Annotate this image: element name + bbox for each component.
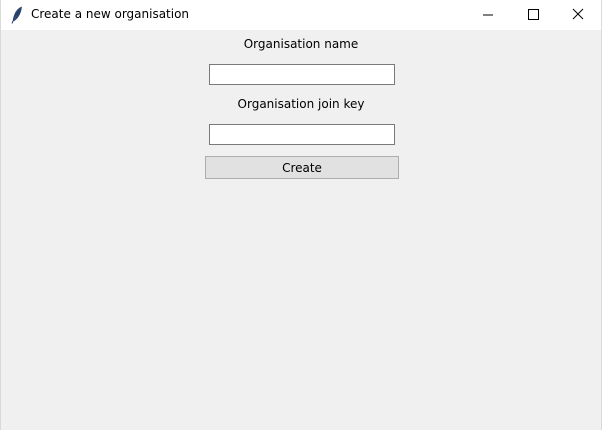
- organisation-join-key-label: Organisation join key: [237, 97, 365, 111]
- maximize-icon: [528, 9, 539, 20]
- organisation-name-label: Organisation name: [243, 37, 359, 51]
- title-bar[interactable]: Create a new organisation: [1, 0, 601, 30]
- window-title: Create a new organisation: [31, 7, 190, 21]
- create-button[interactable]: Create: [205, 156, 399, 179]
- close-icon: [572, 8, 584, 20]
- feather-icon: [10, 6, 24, 24]
- close-button[interactable]: [555, 0, 601, 30]
- app-window: Create a new organisation Organisation n…: [0, 0, 602, 430]
- organisation-join-key-input[interactable]: [209, 124, 395, 145]
- organisation-name-input[interactable]: [209, 64, 395, 85]
- minimize-button[interactable]: [465, 0, 511, 30]
- maximize-button[interactable]: [510, 0, 556, 30]
- minimize-icon: [483, 14, 493, 16]
